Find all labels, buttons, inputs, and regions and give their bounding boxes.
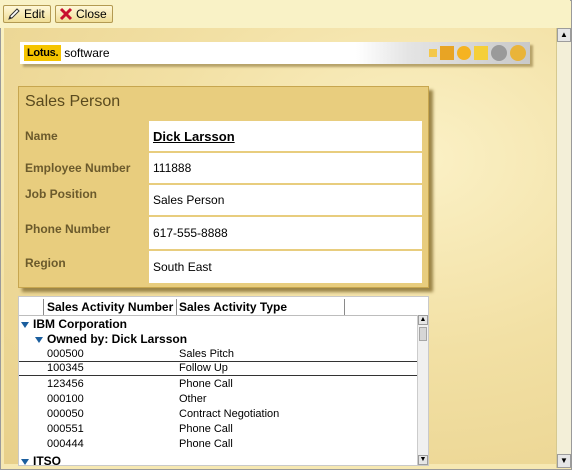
deco-pencil-icon bbox=[440, 46, 454, 60]
table-row-selected[interactable]: 100345 Follow Up bbox=[19, 361, 417, 376]
activity-type: Phone Call bbox=[179, 423, 233, 435]
activity-number: 000444 bbox=[47, 438, 84, 450]
scroll-up-arrow-icon[interactable]: ▲ bbox=[418, 315, 428, 325]
column-header-activity-type[interactable]: Sales Activity Type bbox=[179, 300, 287, 314]
field-label: Phone Number bbox=[25, 222, 111, 236]
pencil-icon bbox=[7, 7, 21, 21]
activity-number: 000500 bbox=[47, 348, 84, 360]
edit-button-label: Edit bbox=[24, 7, 45, 21]
close-icon bbox=[59, 7, 73, 21]
activity-number: 000551 bbox=[47, 423, 84, 435]
deco-gear-icon bbox=[457, 46, 471, 60]
field-label: Name bbox=[25, 129, 58, 143]
field-label: Region bbox=[25, 256, 66, 270]
page-scroll-down-arrow-icon[interactable]: ▼ bbox=[557, 454, 571, 468]
banner-decoration bbox=[356, 42, 530, 64]
category-row[interactable]: ITSO bbox=[21, 454, 419, 466]
table-row[interactable]: 000444 Phone Call bbox=[19, 438, 417, 453]
category-row[interactable]: IBM Corporation bbox=[21, 317, 419, 332]
deco-grid-icon bbox=[474, 46, 488, 60]
lotus-logo: Lotus. bbox=[24, 45, 62, 61]
activity-type: Sales Pitch bbox=[179, 348, 235, 360]
table-row[interactable]: 123456 Phone Call bbox=[19, 378, 417, 393]
close-button-label: Close bbox=[76, 7, 107, 21]
column-separator bbox=[176, 299, 177, 315]
scroll-thumb[interactable] bbox=[419, 327, 427, 341]
form-title: Sales Person bbox=[25, 93, 121, 110]
activity-number: 123456 bbox=[47, 378, 84, 390]
activity-type: Other bbox=[179, 393, 207, 405]
activity-type: Follow Up bbox=[179, 362, 228, 374]
field-value-phone-number[interactable]: 617-555-8888 bbox=[149, 217, 422, 249]
field-label: Job Position bbox=[25, 187, 97, 201]
sales-activity-view: Sales Activity Number Sales Activity Typ… bbox=[18, 296, 429, 466]
document-area: Lotus. software Sales Person Name Dick L… bbox=[4, 28, 556, 466]
page-scrollbar[interactable]: ▲ ▼ bbox=[556, 28, 571, 468]
field-row-name: Name Dick Larsson bbox=[19, 121, 428, 153]
twistie-expanded-icon[interactable] bbox=[21, 458, 29, 465]
activity-number: 000050 bbox=[47, 408, 84, 420]
subcategory-label: Owned by: Dick Larsson bbox=[47, 332, 188, 346]
category-label: IBM Corporation bbox=[33, 317, 127, 331]
activity-type: Contract Negotiation bbox=[179, 408, 280, 420]
twistie-expanded-icon[interactable] bbox=[35, 336, 43, 343]
activity-type: Phone Call bbox=[179, 378, 233, 390]
deco-square-icon bbox=[429, 49, 437, 57]
column-separator bbox=[344, 299, 345, 315]
twistie-expanded-icon[interactable] bbox=[21, 321, 29, 328]
lotus-product-text: software bbox=[64, 46, 110, 60]
activity-number: 000100 bbox=[47, 393, 84, 405]
sales-person-form: Sales Person Name Dick Larsson Employee … bbox=[18, 86, 429, 288]
deco-circle-icon bbox=[491, 45, 507, 61]
category-label: ITSO bbox=[33, 454, 62, 466]
field-row-job-position: Job Position Sales Person bbox=[19, 185, 428, 217]
field-row-region: Region South East bbox=[19, 251, 428, 283]
close-button[interactable]: Close bbox=[55, 5, 113, 23]
field-value-region[interactable]: South East bbox=[149, 251, 422, 283]
lotus-banner: Lotus. software bbox=[20, 42, 530, 64]
field-row-phone-number: Phone Number 617-555-8888 bbox=[19, 217, 428, 249]
field-value-name[interactable]: Dick Larsson bbox=[149, 121, 422, 151]
view-scrollbar[interactable]: ▲ ▼ bbox=[417, 315, 428, 465]
column-separator bbox=[43, 299, 44, 315]
activity-number: 100345 bbox=[47, 362, 84, 374]
view-header: Sales Activity Number Sales Activity Typ… bbox=[19, 299, 417, 316]
activity-type: Phone Call bbox=[179, 438, 233, 450]
field-row-employee-number: Employee Number 111888 bbox=[19, 153, 428, 185]
field-value-job-position[interactable]: Sales Person bbox=[149, 185, 422, 215]
action-bar: Edit Close bbox=[0, 0, 570, 28]
column-header-activity-number[interactable]: Sales Activity Number bbox=[47, 300, 173, 314]
table-row[interactable]: 000100 Other bbox=[19, 393, 417, 408]
table-row[interactable]: 000551 Phone Call bbox=[19, 423, 417, 438]
deco-sun-icon bbox=[510, 45, 526, 61]
table-row[interactable]: 000050 Contract Negotiation bbox=[19, 408, 417, 423]
field-label: Employee Number bbox=[25, 161, 131, 175]
page-scroll-up-arrow-icon[interactable]: ▲ bbox=[557, 28, 571, 42]
field-value-employee-number[interactable]: 111888 bbox=[149, 153, 422, 183]
scroll-down-arrow-icon[interactable]: ▼ bbox=[418, 455, 428, 465]
subcategory-row[interactable]: Owned by: Dick Larsson bbox=[35, 332, 428, 347]
edit-button[interactable]: Edit bbox=[3, 5, 51, 23]
